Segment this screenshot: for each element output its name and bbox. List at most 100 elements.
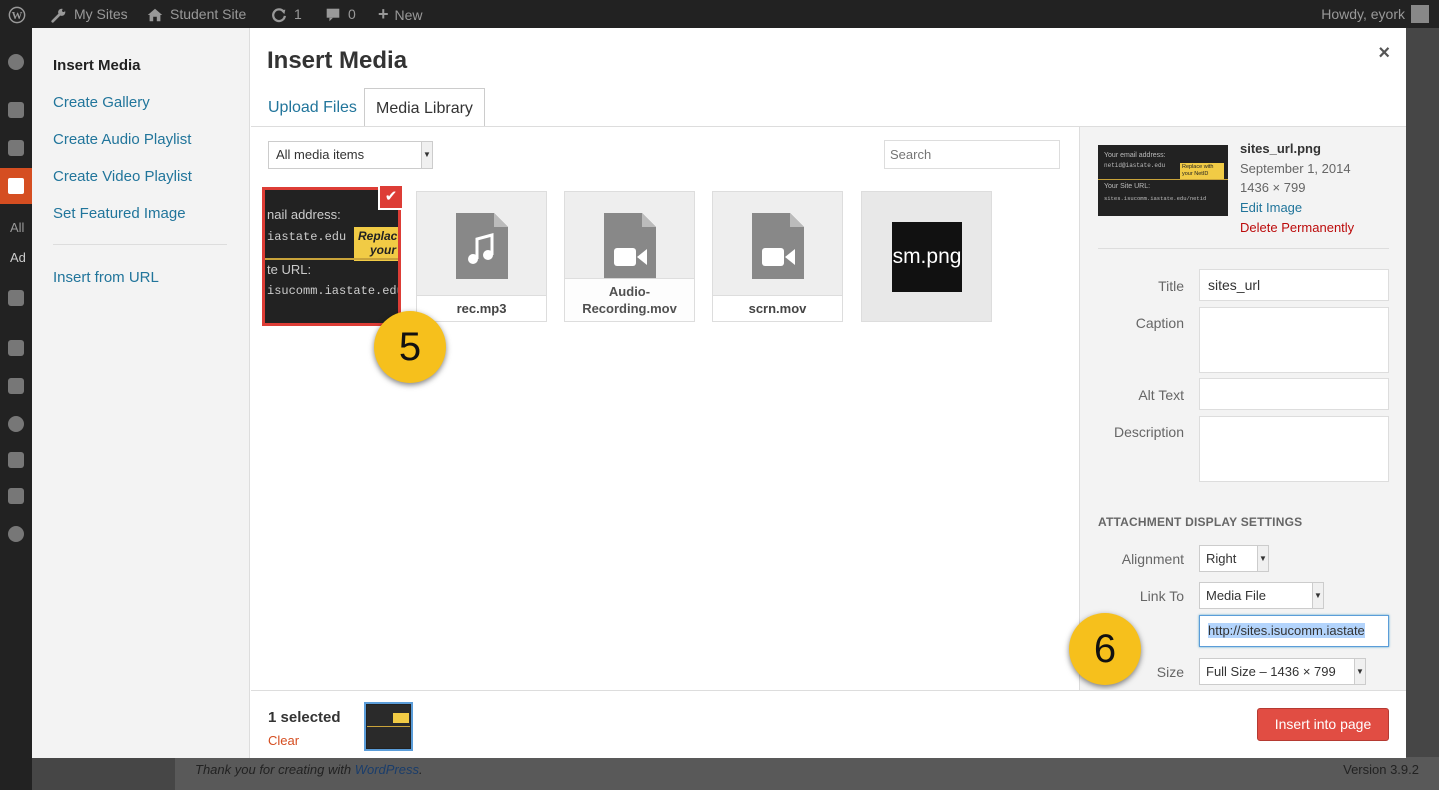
insert-media-modal: Insert Media Create Gallery Create Audio… <box>32 28 1406 758</box>
collapse-menu-icon[interactable] <box>8 526 24 542</box>
selection-thumb-divider <box>367 726 410 727</box>
details-date: September 1, 2014 <box>1240 161 1351 176</box>
link-to-select[interactable]: Media File ▼ <box>1199 582 1324 609</box>
account-menu[interactable]: Howdy, eyork <box>1321 0 1405 28</box>
thumb-url-value: isucomm.iastate.edu <box>267 284 401 298</box>
updates-menu[interactable]: 1 <box>270 0 302 28</box>
menu-create-gallery[interactable]: Create Gallery <box>53 94 150 111</box>
menu-create-video-playlist[interactable]: Create Video Playlist <box>53 168 192 185</box>
description-field[interactable] <box>1199 416 1389 482</box>
chevron-down-icon: ▼ <box>1354 659 1365 684</box>
delete-permanently-link[interactable]: Delete Permanently <box>1240 220 1354 235</box>
details-thumb-email-value: netid@iastate.edu <box>1104 162 1166 169</box>
display-settings-heading: Attachment Display Settings <box>1098 515 1303 529</box>
alignment-label: Alignment <box>1121 551 1184 567</box>
pages-icon <box>8 178 24 194</box>
chevron-down-icon: ▼ <box>1312 583 1323 608</box>
step-callout-6: 6 <box>1069 613 1141 685</box>
footer-thanks-prefix: Thank you for creating with <box>195 762 355 777</box>
attachment-rec-mp3[interactable]: rec.mp3 <box>416 191 547 322</box>
alt-text-field[interactable] <box>1199 378 1389 410</box>
step-callout-5: 5 <box>374 311 446 383</box>
howdy-label: Howdy, eyork <box>1321 6 1405 22</box>
attachment-scrn-mov[interactable]: scrn.mov <box>712 191 843 322</box>
link-to-value: Media File <box>1206 588 1266 603</box>
details-thumb-divider <box>1098 179 1228 180</box>
media-filter-value: All media items <box>276 147 365 162</box>
partial-all-label[interactable]: All <box>10 220 24 235</box>
alignment-value: Right <box>1206 551 1237 566</box>
selection-thumbnail-image <box>367 705 410 748</box>
media-icon[interactable] <box>8 140 24 156</box>
video-file-icon <box>604 213 656 279</box>
thumb-replace-line1: Replac <box>358 229 398 243</box>
title-label: Title <box>1158 278 1184 294</box>
footer-version: Version 3.9.2 <box>1343 762 1419 777</box>
title-field[interactable] <box>1199 269 1389 301</box>
comments-icon[interactable] <box>8 290 24 306</box>
insert-into-page-button[interactable]: Insert into page <box>1257 708 1389 741</box>
description-label: Description <box>1113 424 1184 440</box>
dashboard-icon[interactable] <box>8 54 24 70</box>
new-label: New <box>394 7 423 23</box>
attachment-details-sidebar: Your email address: netid@iastate.edu Re… <box>1079 127 1406 690</box>
pages-active-item[interactable] <box>0 168 32 204</box>
tab-media-library[interactable]: Media Library <box>364 88 485 127</box>
footer-thanks-suffix: . <box>419 762 423 777</box>
selection-count: 1 selected <box>268 709 341 726</box>
attachment-thumbnail: sm.png <box>892 222 962 292</box>
details-separator <box>1098 248 1389 249</box>
posts-icon[interactable] <box>8 102 24 118</box>
comments-menu[interactable]: 0 <box>324 0 356 28</box>
modal-title: Insert Media <box>267 47 408 74</box>
partial-add-label[interactable]: Ad <box>10 250 26 265</box>
checkmark-icon[interactable]: ✔ <box>378 184 404 210</box>
thumb-replace-line2: your <box>370 243 397 257</box>
link-url-field[interactable]: http://sites.isucomm.iastate <box>1199 615 1389 647</box>
search-input[interactable] <box>884 140 1060 169</box>
admin-footer: Thank you for creating with WordPress. V… <box>175 757 1439 790</box>
wordpress-link[interactable]: WordPress <box>355 762 419 777</box>
edit-image-link[interactable]: Edit Image <box>1240 200 1302 215</box>
menu-create-audio-playlist[interactable]: Create Audio Playlist <box>53 131 191 148</box>
refresh-icon <box>272 8 286 23</box>
details-thumbnail: Your email address: netid@iastate.edu Re… <box>1098 145 1228 216</box>
menu-insert-media[interactable]: Insert Media <box>53 57 141 74</box>
details-filename: sites_url.png <box>1240 141 1321 156</box>
settings-icon[interactable] <box>8 488 24 504</box>
menu-set-featured-image[interactable]: Set Featured Image <box>53 205 186 222</box>
site-name-menu[interactable]: Student Site <box>146 0 246 28</box>
chevron-down-icon: ▼ <box>1257 546 1268 571</box>
tools-icon[interactable] <box>8 452 24 468</box>
attachment-filename-line2: Recording.mov <box>582 301 677 316</box>
attachment-filename: rec.mp3 <box>417 295 546 321</box>
updates-count: 1 <box>294 6 302 22</box>
tab-upload-files[interactable]: Upload Files <box>257 88 368 127</box>
details-dimensions: 1436 × 799 <box>1240 180 1306 195</box>
attachment-sm-png[interactable]: sm.png <box>861 191 992 322</box>
new-content-menu[interactable]: + New <box>378 0 423 28</box>
thumb-divider <box>265 258 398 260</box>
avatar[interactable] <box>1411 5 1429 23</box>
link-url-value: http://sites.isucomm.iastate <box>1208 623 1365 638</box>
size-select[interactable]: Full Size – 1436 × 799 ▼ <box>1199 658 1366 685</box>
audio-file-icon <box>456 213 508 279</box>
wordpress-logo-icon[interactable]: W <box>8 0 26 28</box>
comment-icon <box>326 8 340 22</box>
attachment-filename: scrn.mov <box>713 295 842 321</box>
my-sites-menu[interactable]: My Sites <box>50 0 128 28</box>
caption-field[interactable] <box>1199 307 1389 373</box>
media-filter-select[interactable]: All media items ▼ <box>268 141 433 169</box>
alignment-select[interactable]: Right ▼ <box>1199 545 1269 572</box>
menu-insert-from-url[interactable]: Insert from URL <box>53 269 159 286</box>
clear-selection-link[interactable]: Clear <box>268 733 299 748</box>
admin-sidebar-menu: All Ad <box>0 28 32 790</box>
comments-count: 0 <box>348 6 356 22</box>
appearance-icon[interactable] <box>8 340 24 356</box>
attachment-audio-recording-mov[interactable]: Audio- Recording.mov <box>564 191 695 322</box>
selection-thumbnail[interactable] <box>364 702 413 751</box>
users-icon[interactable] <box>8 416 24 432</box>
details-thumb-replace: Replace with your NetID <box>1180 163 1224 180</box>
plugins-icon[interactable] <box>8 378 24 394</box>
close-icon[interactable]: × <box>1378 42 1390 65</box>
